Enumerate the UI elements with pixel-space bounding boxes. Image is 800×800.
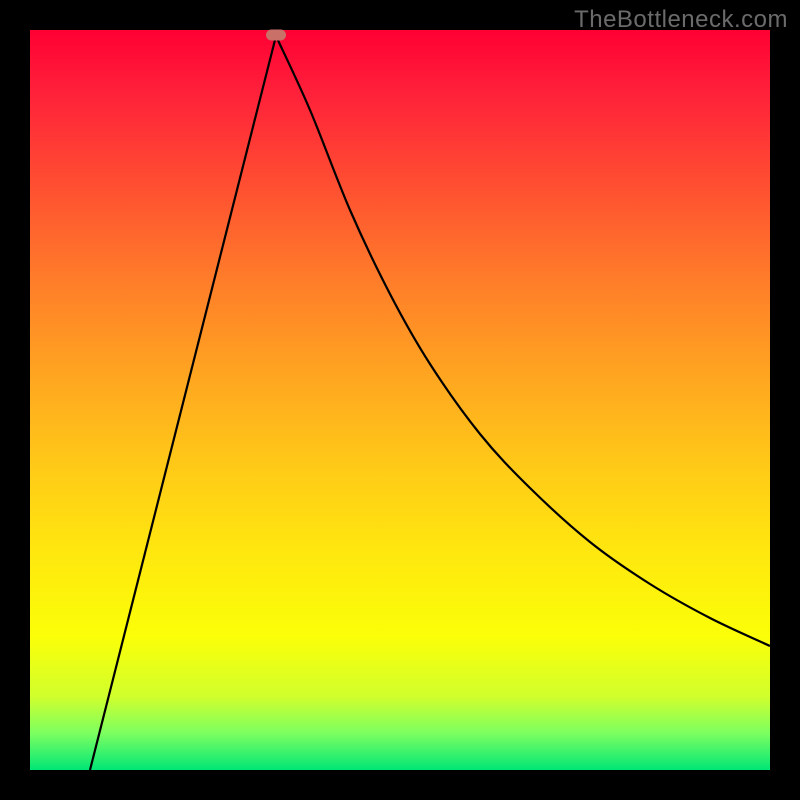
bottleneck-curve xyxy=(30,30,770,770)
watermark-text: TheBottleneck.com xyxy=(574,6,788,34)
chart-plot-area xyxy=(30,30,770,770)
curve-left-arm xyxy=(90,36,276,770)
optimum-marker xyxy=(266,30,286,41)
curve-right-arm xyxy=(276,36,770,646)
